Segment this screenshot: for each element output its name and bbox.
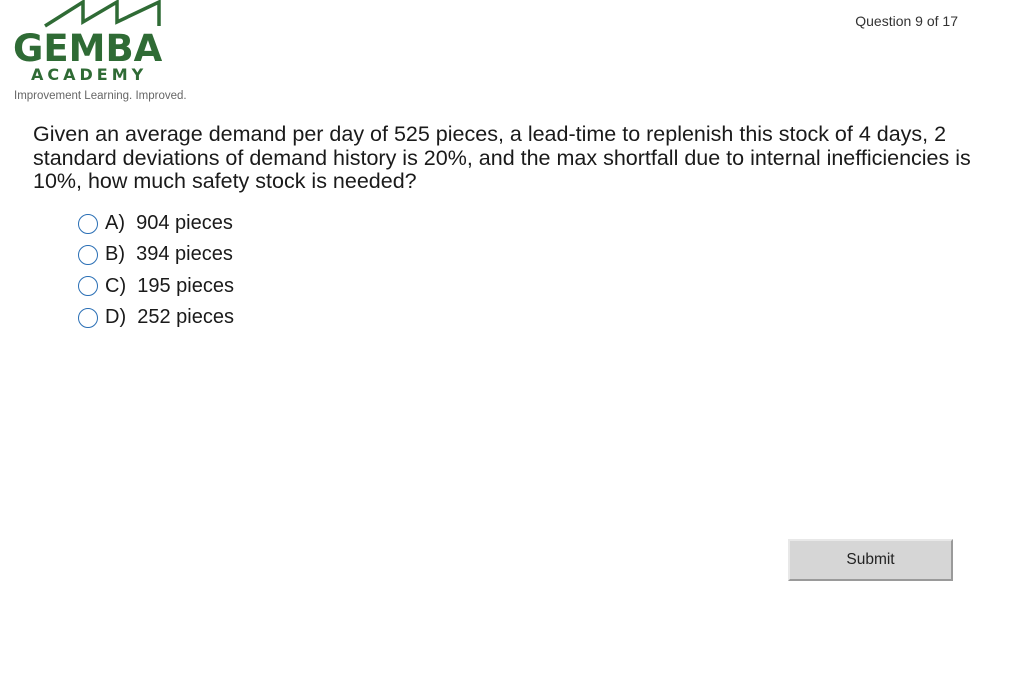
question-text: Given an average demand per day of 525 p… bbox=[33, 122, 971, 193]
answer-options: A) 904 pieces B) 394 pieces C) 195 piece… bbox=[78, 208, 234, 333]
answer-option-label[interactable]: D) 252 pieces bbox=[105, 306, 234, 329]
answer-option-label[interactable]: B) 394 pieces bbox=[105, 243, 233, 266]
answer-option-d[interactable]: D) 252 pieces bbox=[78, 302, 234, 333]
logo-tagline: Improvement Learning. Improved. bbox=[14, 90, 187, 102]
answer-option-label[interactable]: C) 195 pieces bbox=[105, 275, 234, 298]
question-progress: Question 9 of 17 bbox=[855, 13, 958, 29]
roof-peaks-icon bbox=[44, 0, 161, 28]
quiz-page: GEMBA ACADEMY Improvement Learning. Impr… bbox=[0, 0, 1024, 680]
radio-button-icon[interactable] bbox=[78, 244, 98, 265]
gemba-academy-logo: GEMBA ACADEMY Improvement Learning. Impr… bbox=[13, 0, 193, 106]
answer-option-a[interactable]: A) 904 pieces bbox=[78, 208, 234, 239]
answer-option-b[interactable]: B) 394 pieces bbox=[78, 239, 234, 270]
radio-button-icon[interactable] bbox=[78, 213, 98, 234]
answer-option-label[interactable]: A) 904 pieces bbox=[105, 212, 233, 235]
logo-subname: ACADEMY bbox=[31, 65, 148, 84]
radio-button-icon[interactable] bbox=[78, 276, 98, 297]
submit-button[interactable]: Submit bbox=[788, 539, 953, 581]
logo-wordmark: GEMBA bbox=[13, 27, 163, 70]
answer-option-c[interactable]: C) 195 pieces bbox=[78, 271, 234, 302]
radio-button-icon[interactable] bbox=[78, 307, 98, 328]
